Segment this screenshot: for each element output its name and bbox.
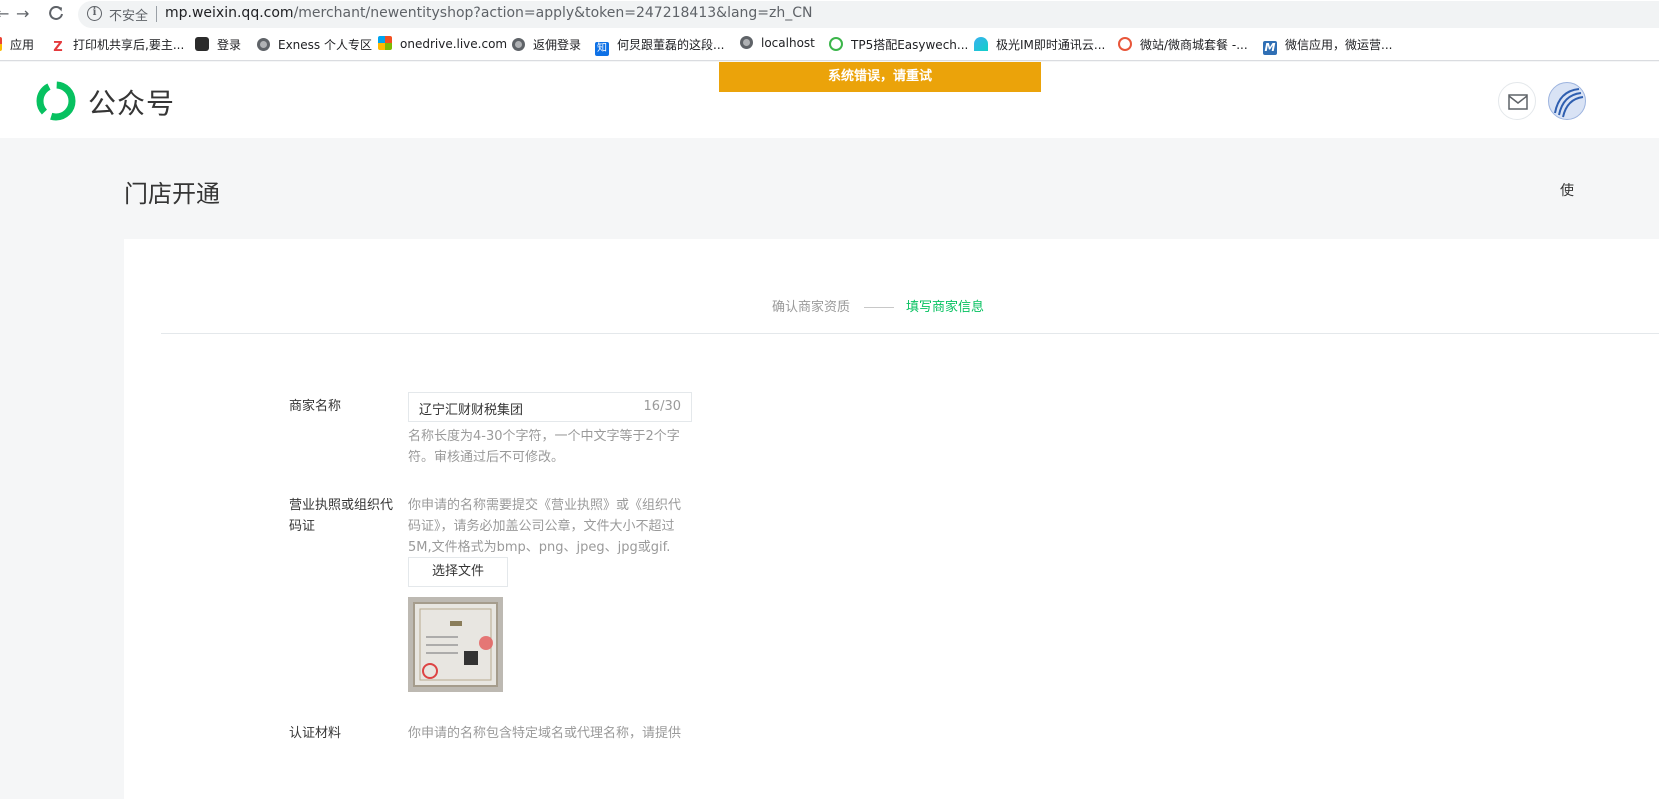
page-side-text[interactable]: 使 [1560,180,1574,200]
insecure-label[interactable]: 不安全 [109,5,148,24]
license-label: 营业执照或组织代码证 [289,498,394,534]
bookmark-label: 返佣登录 [533,38,582,52]
bookmark-jiguang[interactable]: 极光IM即时通讯云... [974,36,1105,53]
bookmark-zhihu[interactable]: 知何炅跟董磊的这段... [595,36,724,56]
step-fill-merchant-info: 填写商家信息 [906,300,985,315]
bookmark-login[interactable]: 登录 [195,36,241,53]
merchant-name-tip: 名称长度为4-30个字符，一个中文字等于2个字符。审核通过后不可修改。 [408,429,680,465]
browser-toolbar: ← → i 不安全 mp.weixin.qq.com/merchant/newe… [0,0,1659,28]
avatar[interactable] [1548,82,1586,120]
page-title: 门店开通 [124,180,220,208]
bookmark-onedrive[interactable]: onedrive.live.com [378,36,507,51]
bookmark-label: Exness 个人专区 [278,38,372,52]
reload-icon[interactable] [48,4,64,27]
merchant-name-value: 辽宁汇财财税集团 [419,403,524,418]
back-arrow-icon[interactable]: ← [0,4,9,24]
bookmark-exness[interactable]: Exness 个人专区 [257,36,372,53]
license-document-icon [408,597,503,692]
wechat-mp-logo-icon[interactable] [36,81,76,121]
merchant-name-input[interactable]: 辽宁汇财财税集团 16/30 [408,392,692,422]
forward-arrow-icon[interactable]: → [16,4,29,24]
tp5-icon [829,37,843,51]
bookmark-label: onedrive.live.com [400,37,508,51]
globe-icon [257,38,270,51]
step-indicator: 确认商家资质 填写商家信息 [772,296,984,315]
step-connector [864,307,895,308]
bookmark-apps[interactable]: 应用 [0,36,34,53]
bookmark-printer[interactable]: Z 打印机共享后,要主... [51,36,184,55]
bookmark-weixin-app[interactable]: M 微信应用，微运营... [1263,36,1392,55]
login-site-icon [195,37,209,51]
url-text[interactable]: mp.weixin.qq.com/merchant/newentityshop?… [165,5,813,21]
bookmark-label: 何炅跟董磊的这段... [617,38,725,52]
license-tip: 你申请的名称需要提交《营业执照》或《组织代码证》，请务必加盖公司公章，文件大小不… [408,498,682,555]
bookmark-label: localhost [761,36,815,50]
info-icon[interactable]: i [87,6,102,21]
bookmark-label: 微信应用，微运营... [1285,38,1393,52]
step-confirm-qualification: 确认商家资质 [772,300,851,315]
next-field-tip: 你申请的名称包含特定域名或代理名称，请提供 [408,726,682,741]
mail-button[interactable] [1498,82,1536,120]
error-toast: 系统错误，请重试 [719,62,1041,92]
weibo-icon [1118,37,1132,51]
avatar-image-icon [1554,88,1584,118]
zhihu-z-icon: Z [51,41,65,55]
char-counter: 16/30 [643,399,681,414]
globe-icon [740,36,753,49]
bookmark-label: 应用 [10,38,35,52]
bookmark-label: 微站/微商城套餐 -... [1140,38,1248,52]
bookmark-label: TP5搭配Easywech... [851,38,969,52]
bookmark-label: 打印机共享后,要主... [73,38,185,52]
merchant-name-label: 商家名称 [289,399,342,414]
zhihu-icon: 知 [595,42,609,56]
jiguang-icon [974,37,988,51]
bookmark-weizhan[interactable]: 微站/微商城套餐 -... [1118,36,1248,53]
apps-grid-icon [0,37,2,51]
bookmark-tp5[interactable]: TP5搭配Easywech... [829,36,968,53]
mail-icon [1508,94,1528,110]
m-icon: M [1263,41,1277,55]
url-separator [156,6,157,22]
divider [161,333,1659,334]
url-path: /merchant/newentityshop?action=apply&tok… [293,5,813,21]
next-field-label: 认证材料 [289,726,342,741]
bookmark-label: 登录 [217,38,242,52]
logo-text[interactable]: 公众号 [88,82,175,122]
microsoft-icon [378,36,392,50]
choose-file-button[interactable]: 选择文件 [408,557,508,587]
globe-icon [512,38,525,51]
bookmark-localhost[interactable]: localhost [740,36,815,50]
bookmark-label: 极光IM即时通讯云... [996,38,1106,52]
site-header: 公众号 系统错误，请重试 [0,62,1659,138]
form-card: 确认商家资质 填写商家信息 商家名称 辽宁汇财财税集团 16/30 名称长度为4-… [124,239,1659,799]
bookmarks-bar: 应用 Z 打印机共享后,要主... 登录 Exness 个人专区 onedrive… [0,28,1659,61]
license-thumbnail[interactable] [408,597,503,692]
bookmark-rebate[interactable]: 返佣登录 [512,36,581,53]
url-host: mp.weixin.qq.com [165,5,294,21]
